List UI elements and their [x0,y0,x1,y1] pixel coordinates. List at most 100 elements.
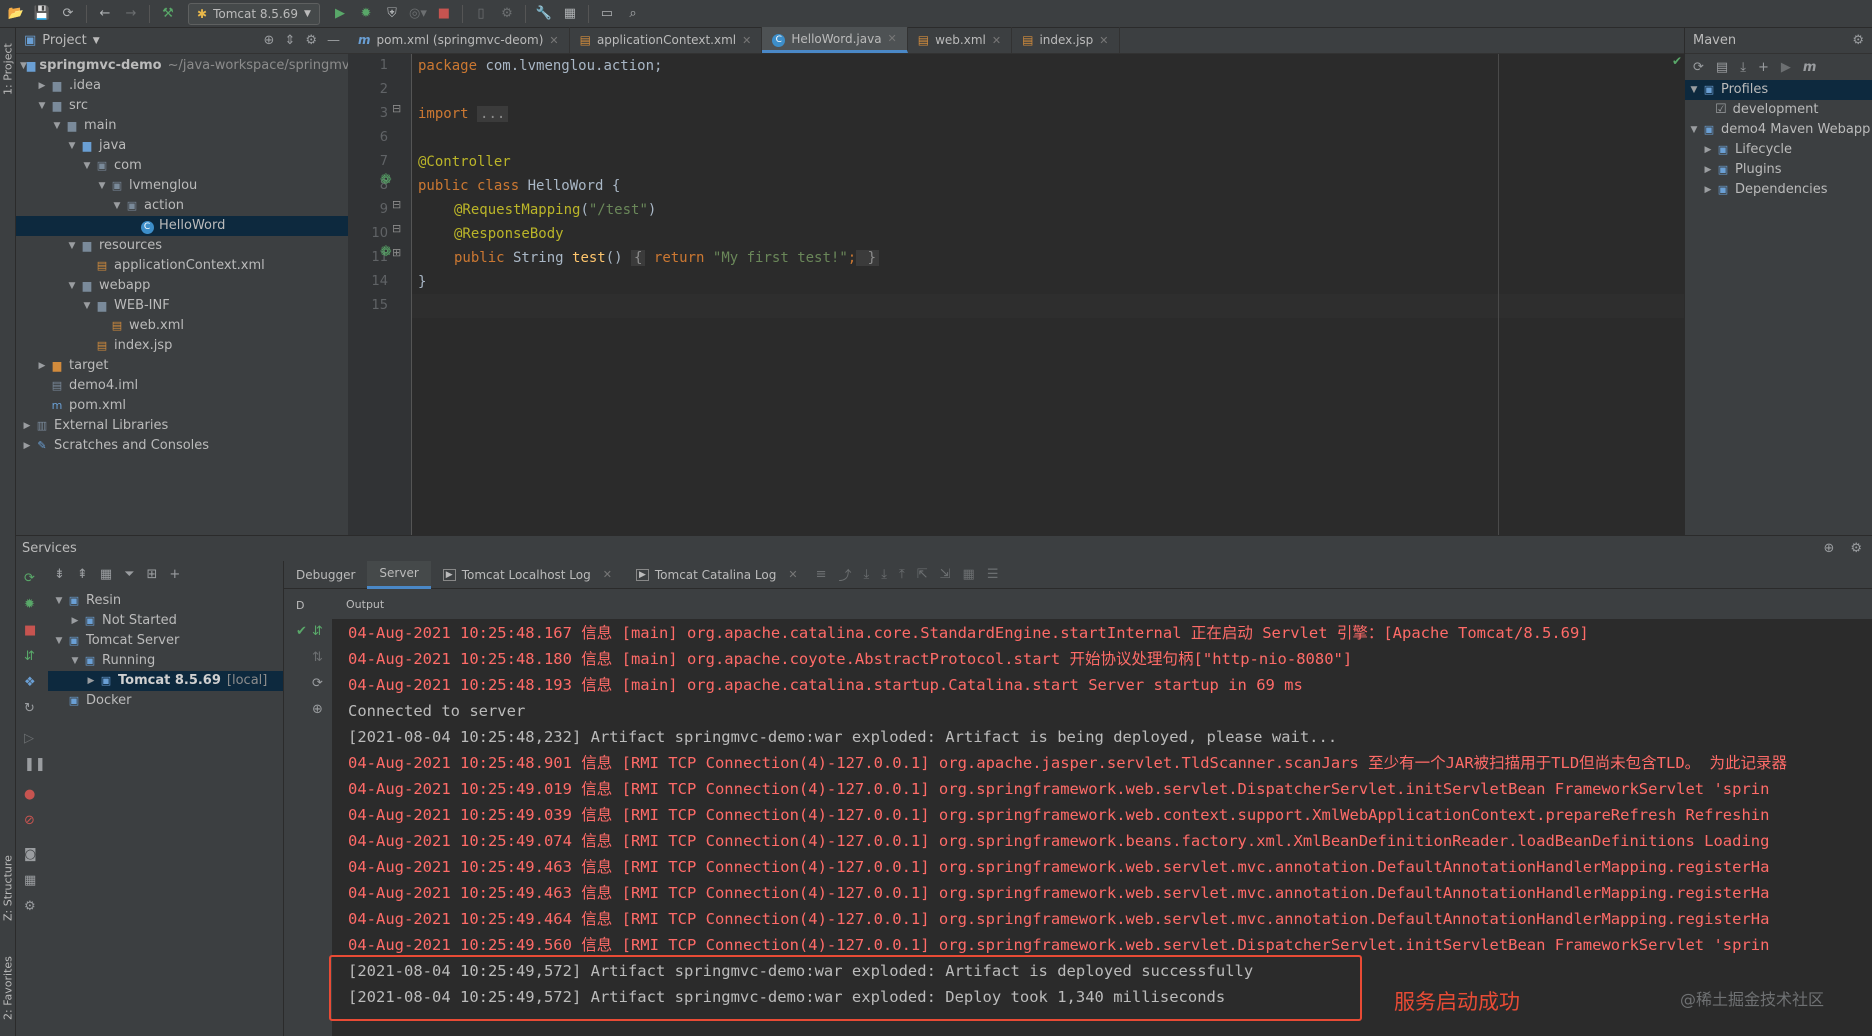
chevron-down-icon[interactable]: ▼ [20,56,27,76]
camera-icon[interactable]: ◙ [24,847,37,862]
deploy-icon[interactable]: ⇵ [24,649,35,664]
forward-icon[interactable]: → [119,3,143,25]
generate-sources-icon[interactable]: ▤ [1716,60,1728,75]
fold-toggle-icon[interactable]: ⊟ [392,102,401,115]
close-tab-icon[interactable]: ✕ [788,568,797,581]
run-icon[interactable]: ▶ [1781,60,1791,75]
menu-icon[interactable]: ≡ [816,567,827,582]
chevron-down-icon[interactable]: ▼ [65,276,79,296]
close-tab-icon[interactable]: ✕ [603,568,612,581]
tree-item[interactable]: C HelloWord [16,216,348,236]
tree-item[interactable]: ▶ ▆ target [16,356,348,376]
chevron-right-icon[interactable]: ▶ [20,436,34,456]
layout-icon[interactable]: ▦ [24,873,36,888]
fold-toggle-icon[interactable]: ⊟ [392,222,401,235]
resume-icon[interactable]: ▷ [24,731,34,746]
download-icon[interactable]: ⤓ [1740,60,1746,75]
tree-item[interactable]: ▶ ▣ Plugins [1685,160,1872,180]
gear-icon[interactable]: ⚙ [305,33,317,48]
add-service-icon[interactable]: + [169,567,180,582]
collapse-all-icon[interactable]: ⇞ [77,567,88,582]
project-tool-button[interactable]: 1: Project [0,34,16,104]
deploy-icon[interactable]: ⇵ [312,624,323,639]
search-icon[interactable]: ⌕ [621,3,645,25]
tree-item[interactable]: ▼ ▆ resources [16,236,348,256]
tree-item[interactable]: ▤ index.jsp [16,336,348,356]
tree-item[interactable]: ▤ demo4.iml [16,376,348,396]
tree-item[interactable]: ▼ ▣ action [16,196,348,216]
undeploy-icon[interactable]: ⇅ [312,650,323,665]
spring-mapping-gutter-icon[interactable]: ❁ [380,244,392,260]
folded-imports[interactable]: ... [477,106,509,122]
expand-all-icon[interactable]: ⇟ [54,567,65,582]
run-configuration-select[interactable]: ✱ Tomcat 8.5.69 ▼ [188,2,320,25]
tree-item[interactable]: ▼ ▣ Tomcat Server [48,631,283,651]
favorites-tool-button[interactable]: 2: Favorites [0,943,16,1033]
tree-item[interactable]: ▼ ▣ Profiles [1685,80,1872,100]
project-panel-title[interactable]: Project [42,33,86,48]
save-icon[interactable]: 💾 [30,3,54,25]
back-icon[interactable]: ← [93,3,117,25]
tree-item[interactable]: ▼ ▆ WEB-INF [16,296,348,316]
coverage-icon[interactable]: ⛨ [380,3,404,25]
editor-tab[interactable]: m pom.xml (springmvc-deom) ✕ [348,27,570,53]
close-tab-icon[interactable]: ✕ [1099,34,1108,47]
tree-item[interactable]: ▶ ▥ External Libraries [16,416,348,436]
chevron-down-icon[interactable]: ▼ [1687,80,1701,100]
locate-icon[interactable]: ⊕ [1823,541,1834,556]
tree-item[interactable]: ▼ ▆ webapp [16,276,348,296]
force-step-into-icon[interactable]: ⤓ [881,567,887,582]
chevron-down-icon[interactable]: ▼ [50,116,64,136]
services-tab[interactable]: Debugger [284,561,367,589]
tree-item[interactable]: ▼ ▣ com [16,156,348,176]
fold-toggle-icon[interactable]: ⊟ [392,198,401,211]
hide-icon[interactable]: — [327,33,340,48]
chevron-right-icon[interactable]: ▶ [84,671,98,691]
step-out-icon[interactable]: ⤒ [899,567,905,582]
attach-icon[interactable]: ⚙ [495,3,519,25]
stop-icon[interactable]: ■ [24,623,36,638]
evaluate-icon[interactable]: ▦ [963,567,975,582]
chevron-down-icon[interactable]: ▼ [68,651,82,671]
collapse-all-icon[interactable]: ⇕ [284,33,295,48]
editor-tab[interactable]: ▤ index.jsp ✕ [1012,27,1120,53]
redeploy-icon[interactable]: ⟳ [312,676,323,691]
tree-item[interactable]: ▤ applicationContext.xml [16,256,348,276]
filter-icon[interactable]: ⏷ [124,567,134,582]
pause-icon[interactable]: ❚❚ [24,757,46,772]
step-into-icon[interactable]: ⤓ [863,567,869,582]
chevron-down-icon[interactable]: ▼ [80,296,94,316]
wrench-icon[interactable]: 🔧 [532,3,556,25]
view-breakpoints-icon[interactable]: ● [24,787,35,802]
chevron-right-icon[interactable]: ▶ [68,611,82,631]
refresh-icon[interactable]: ↻ [24,701,35,716]
project-structure-icon[interactable]: ▦ [558,3,582,25]
tree-item[interactable]: ☑ development [1685,100,1872,120]
chevron-down-icon[interactable]: ▼ [65,236,79,256]
fold-toggle-icon[interactable]: ⊞ [392,246,401,259]
trace-icon[interactable]: ☰ [987,567,999,582]
tree-item[interactable]: ▶ ▣ Lifecycle [1685,140,1872,160]
group-icon[interactable]: ▦ [100,567,112,582]
editor-tab[interactable]: ▤ applicationContext.xml ✕ [570,27,763,53]
chevron-right-icon[interactable]: ▶ [1701,140,1715,160]
new-tab-icon[interactable]: ⊞ [147,567,158,582]
rerun-icon[interactable]: ⟳ [24,571,35,586]
chevron-right-icon[interactable]: ▶ [1701,180,1715,200]
chevron-right-icon[interactable]: ▶ [35,76,49,96]
chevron-down-icon[interactable]: ▼ [95,176,109,196]
tree-item[interactable]: ▼ ▆ java [16,136,348,156]
close-tab-icon[interactable]: ✕ [888,32,897,45]
terminal-icon[interactable]: ▭ [595,3,619,25]
close-tab-icon[interactable]: ✕ [992,34,1001,47]
reload-icon[interactable]: ⟳ [1693,60,1704,75]
debug-icon[interactable]: ✹ [354,3,378,25]
profile-checkbox[interactable]: ☑ [1715,100,1727,120]
tree-item[interactable]: ▼ ▣ lvmenglou [16,176,348,196]
chevron-right-icon[interactable]: ▶ [20,416,34,436]
services-tab[interactable]: ▶ Tomcat Catalina Log ✕ [624,561,810,589]
run-icon[interactable]: ▶ [328,3,352,25]
mute-breakpoints-icon[interactable]: ⊘ [24,813,35,828]
gear-icon[interactable]: ⚙ [1852,33,1864,48]
inspection-ok-icon[interactable]: ✔ [1672,54,1682,68]
